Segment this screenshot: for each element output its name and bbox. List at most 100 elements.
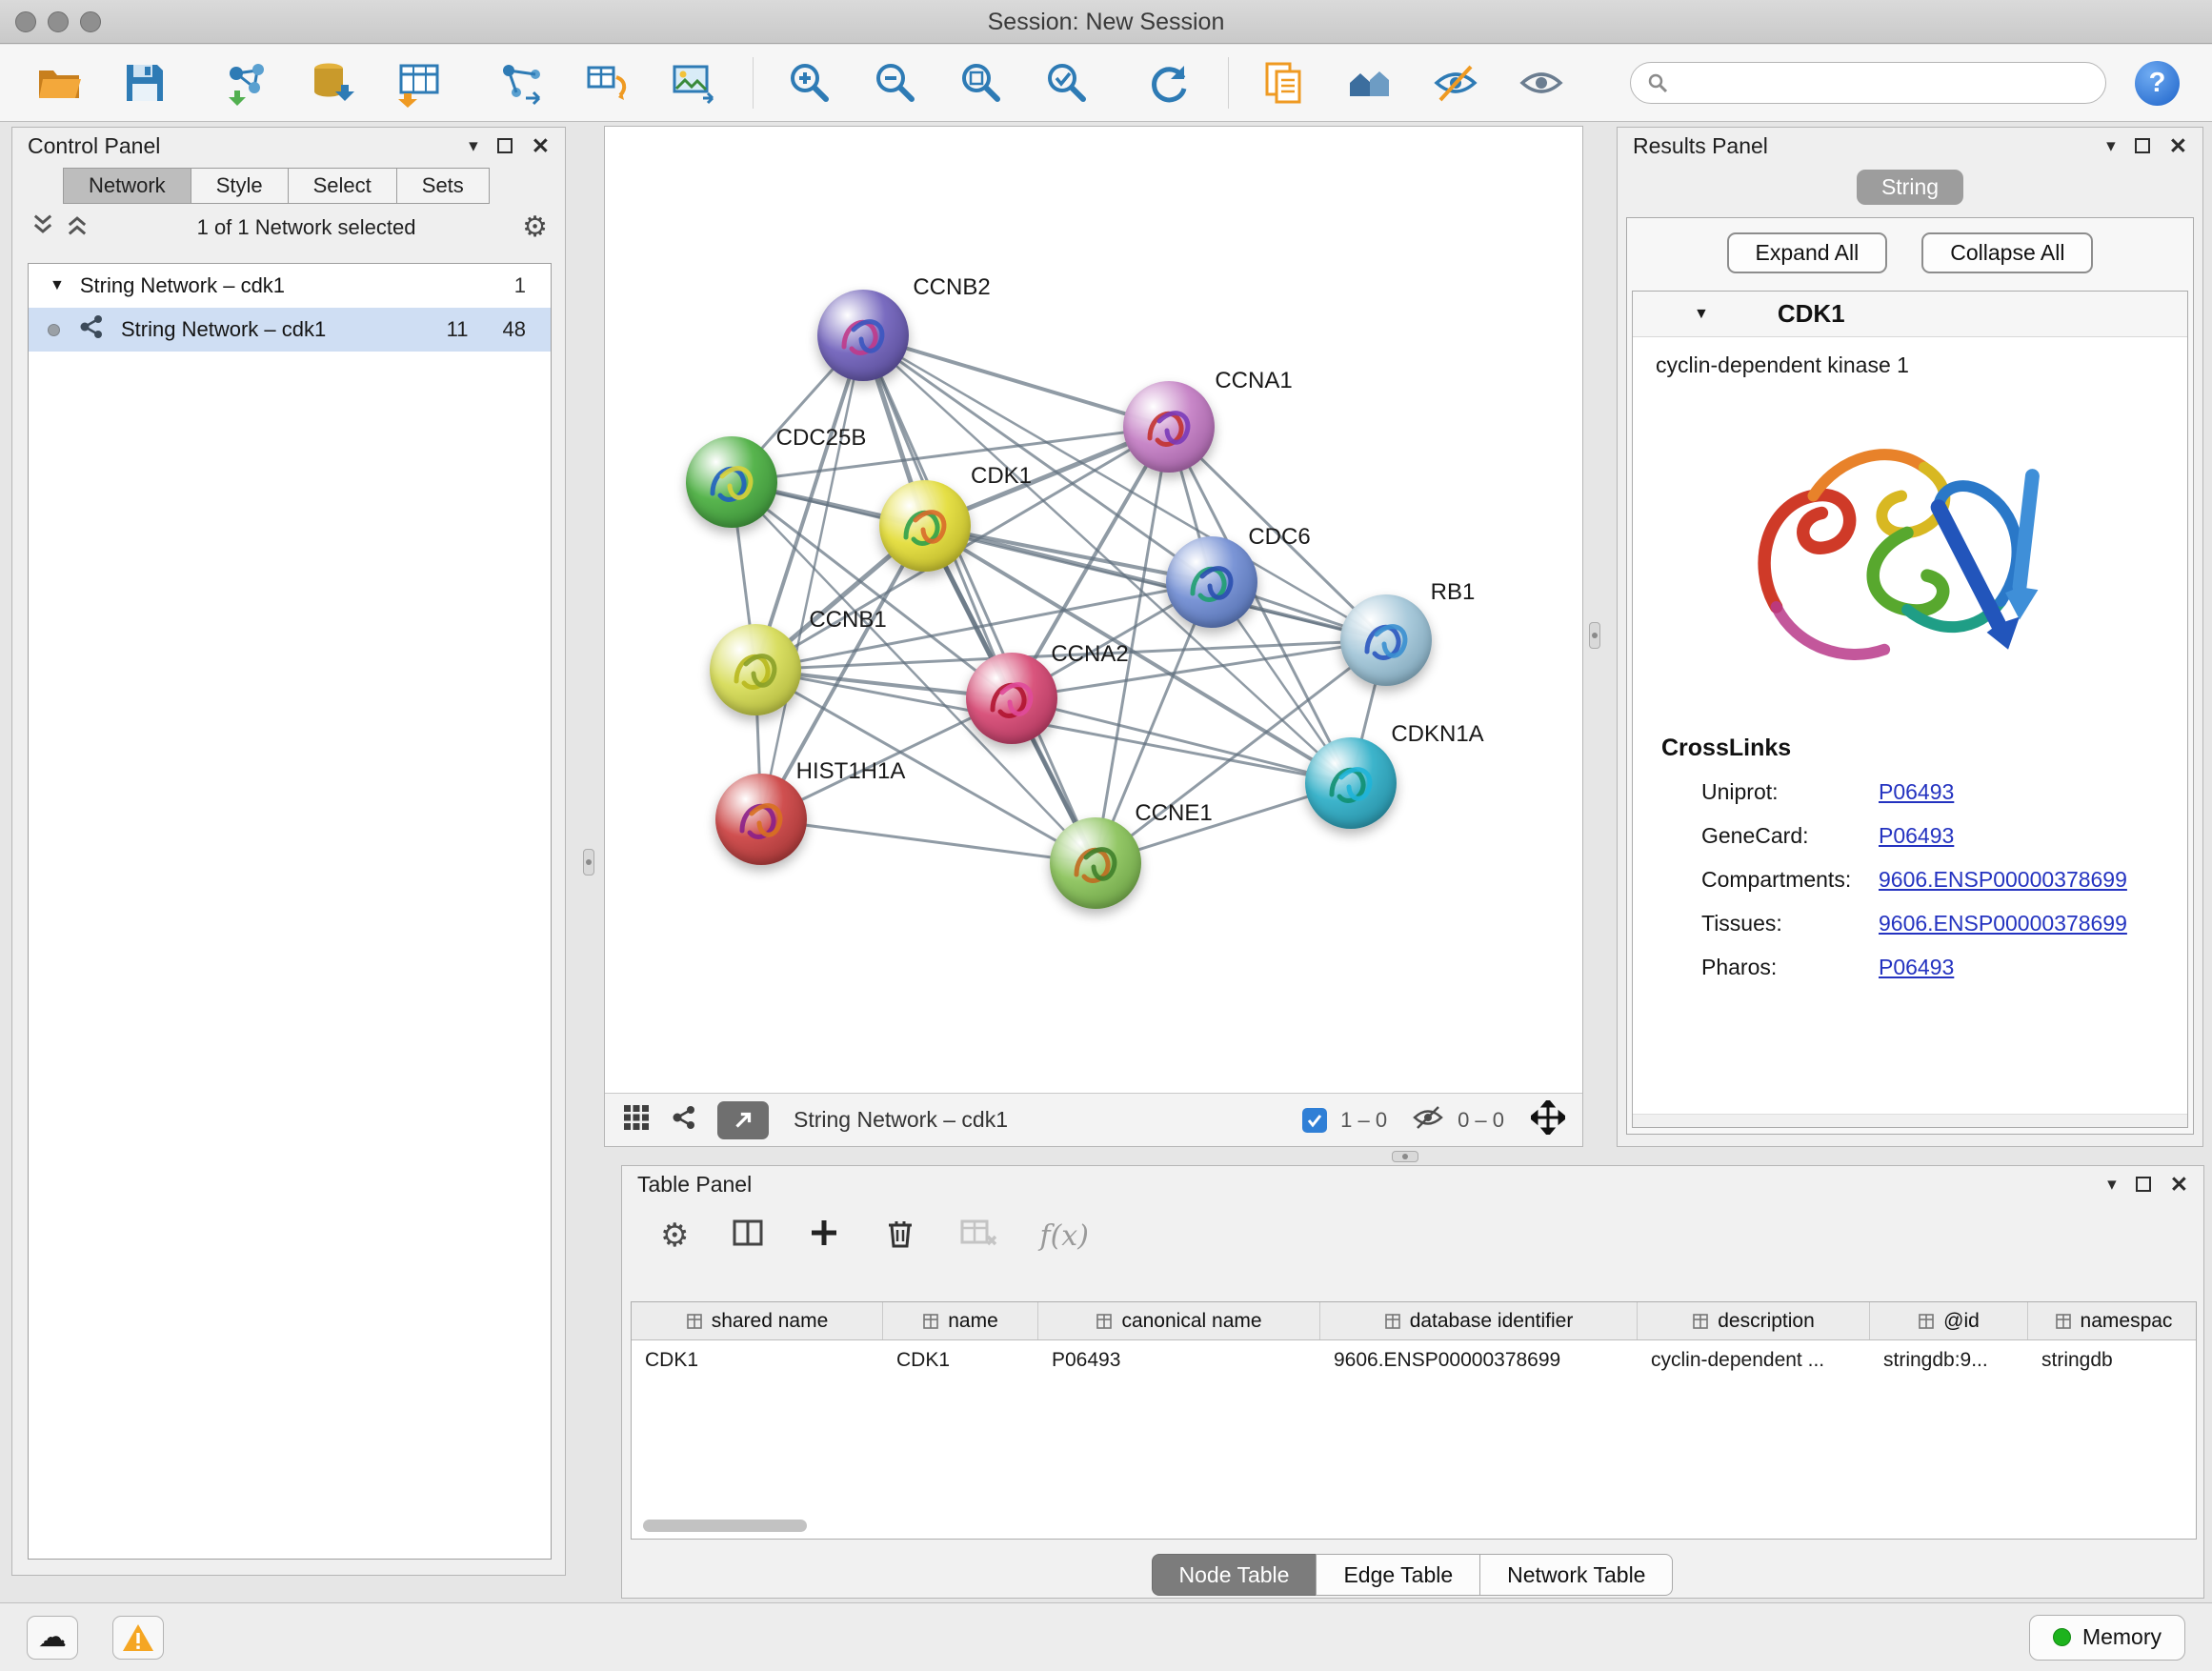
annotation-button[interactable] (1257, 55, 1311, 111)
column-header[interactable]: name (883, 1302, 1038, 1339)
close-panel-icon[interactable]: ✕ (2170, 1172, 2188, 1198)
tree-collapse-all-button[interactable] (30, 211, 56, 244)
zoom-selected-button[interactable] (1039, 55, 1093, 111)
network-node-CCNA2[interactable] (966, 653, 1057, 744)
column-header[interactable]: description (1638, 1302, 1870, 1339)
open-session-button[interactable] (32, 55, 86, 111)
save-session-button[interactable] (118, 55, 171, 111)
crosslink-link[interactable]: P06493 (1879, 955, 1954, 980)
network-node-HIST1H1A[interactable] (715, 774, 807, 865)
splitter-handle[interactable] (1589, 622, 1600, 649)
cloud-status-button[interactable]: ☁ (27, 1616, 78, 1660)
network-node-CDC6[interactable] (1166, 536, 1257, 628)
pan-mode-button[interactable] (1531, 1100, 1565, 1140)
tab-network[interactable]: Network (63, 168, 191, 204)
network-canvas[interactable]: CCNB2CCNA1CDC25BCDK1CDC6RB1CCNB1CCNA2CDK… (605, 127, 1582, 1093)
detach-view-button[interactable] (717, 1101, 769, 1139)
delete-column-button[interactable] (883, 1216, 917, 1256)
expand-all-button[interactable]: Expand All (1727, 232, 1888, 273)
warnings-button[interactable] (112, 1616, 164, 1660)
tab-style[interactable]: Style (191, 168, 289, 204)
network-options-gear-icon[interactable]: ⚙ (522, 213, 548, 242)
column-header[interactable]: canonical name (1038, 1302, 1320, 1339)
network-node-CDKN1A[interactable] (1305, 737, 1397, 829)
network-collection-row[interactable]: ▼ String Network – cdk1 1 (29, 264, 551, 308)
network-row[interactable]: String Network – cdk1 11 48 (29, 308, 551, 352)
column-header[interactable]: @id (1870, 1302, 2028, 1339)
network-node-CDK1[interactable] (879, 480, 971, 572)
function-builder-button[interactable]: f(x) (1039, 1219, 1088, 1253)
column-header[interactable]: namespac (2028, 1302, 2197, 1339)
import-network-database-button[interactable] (307, 55, 360, 111)
results-scrollbar[interactable] (1633, 1114, 2187, 1127)
close-window-button[interactable] (15, 11, 36, 32)
tab-network-table[interactable]: Network Table (1479, 1554, 1673, 1596)
collapse-panel-icon[interactable]: ▾ (469, 135, 478, 157)
close-panel-icon[interactable]: ✕ (532, 133, 550, 159)
zoom-fit-icon (955, 58, 1005, 108)
search-input[interactable] (1679, 70, 2090, 95)
table-options-gear-icon[interactable]: ⚙ (660, 1219, 689, 1252)
hide-graphics-button[interactable] (1429, 55, 1482, 111)
export-image-button[interactable] (667, 55, 720, 111)
import-network-file-button[interactable] (221, 55, 274, 111)
delete-table-button[interactable] (959, 1216, 997, 1256)
tab-node-table[interactable]: Node Table (1152, 1554, 1317, 1596)
grid-view-button[interactable] (622, 1103, 651, 1137)
close-panel-icon[interactable]: ✕ (2169, 133, 2187, 159)
network-node-CCNB1[interactable] (710, 624, 801, 715)
memory-button[interactable]: Memory (2029, 1615, 2185, 1661)
table-row[interactable]: CDK1 CDK1 P06493 9606.ENSP00000378699 cy… (632, 1340, 2196, 1380)
splitter-handle[interactable] (583, 849, 594, 876)
splitter-handle[interactable] (1392, 1151, 1418, 1162)
column-header[interactable]: shared name (632, 1302, 883, 1339)
network-style-button[interactable] (670, 1103, 698, 1137)
zoom-window-button[interactable] (80, 11, 101, 32)
zoom-fit-button[interactable] (954, 55, 1007, 111)
tab-sets[interactable]: Sets (396, 168, 490, 204)
clone-network-button[interactable] (581, 55, 634, 111)
table-horizontal-scrollbar[interactable] (643, 1520, 807, 1532)
tree-expand-all-button[interactable] (64, 211, 90, 244)
grid-icon (622, 1103, 651, 1132)
selected-nodes-checkbox[interactable] (1302, 1108, 1327, 1133)
collapse-all-button[interactable]: Collapse All (1921, 232, 2093, 273)
float-panel-icon[interactable] (2136, 1177, 2151, 1192)
crosslink-link[interactable]: 9606.ENSP00000378699 (1879, 911, 2127, 936)
network-node-CCNB2[interactable] (817, 290, 909, 381)
tab-select[interactable]: Select (288, 168, 397, 204)
float-panel-icon[interactable] (2135, 138, 2150, 153)
selected-counts: 1 – 0 (1340, 1108, 1387, 1133)
show-graphics-button[interactable] (1515, 55, 1568, 111)
gene-expand-icon[interactable]: ▼ (1694, 306, 1709, 323)
network-edge[interactable] (761, 335, 863, 819)
columns-icon (731, 1216, 765, 1250)
zoom-out-button[interactable] (868, 55, 921, 111)
refresh-view-button[interactable] (1142, 55, 1196, 111)
column-sort-icon (1384, 1313, 1401, 1330)
float-panel-icon[interactable] (497, 138, 513, 153)
new-network-from-selection-button[interactable] (495, 55, 549, 111)
column-header[interactable]: database identifier (1320, 1302, 1638, 1339)
import-table-button[interactable] (392, 55, 446, 111)
network-node-CDC25B[interactable] (686, 436, 777, 528)
zoom-in-button[interactable] (782, 55, 835, 111)
minimize-window-button[interactable] (48, 11, 69, 32)
hidden-toggle[interactable] (1412, 1104, 1444, 1137)
collapse-panel-icon[interactable]: ▾ (2106, 135, 2116, 157)
collapse-panel-icon[interactable]: ▾ (2107, 1174, 2117, 1196)
network-node-CCNA1[interactable] (1123, 381, 1215, 473)
add-column-button[interactable] (807, 1216, 841, 1256)
crosslink-link[interactable]: P06493 (1879, 779, 1954, 805)
select-columns-button[interactable] (731, 1216, 765, 1256)
crosslink-link[interactable]: 9606.ENSP00000378699 (1879, 867, 2127, 893)
home-view-button[interactable] (1343, 55, 1397, 111)
tab-string[interactable]: String (1857, 170, 1963, 205)
network-node-RB1[interactable] (1340, 594, 1432, 686)
tree-expanded-icon[interactable]: ▼ (50, 277, 65, 294)
network-node-CCNE1[interactable] (1050, 817, 1141, 909)
network-edge[interactable] (761, 819, 1096, 863)
help-button[interactable]: ? (2135, 61, 2180, 106)
tab-edge-table[interactable]: Edge Table (1316, 1554, 1480, 1596)
crosslink-link[interactable]: P06493 (1879, 823, 1954, 849)
